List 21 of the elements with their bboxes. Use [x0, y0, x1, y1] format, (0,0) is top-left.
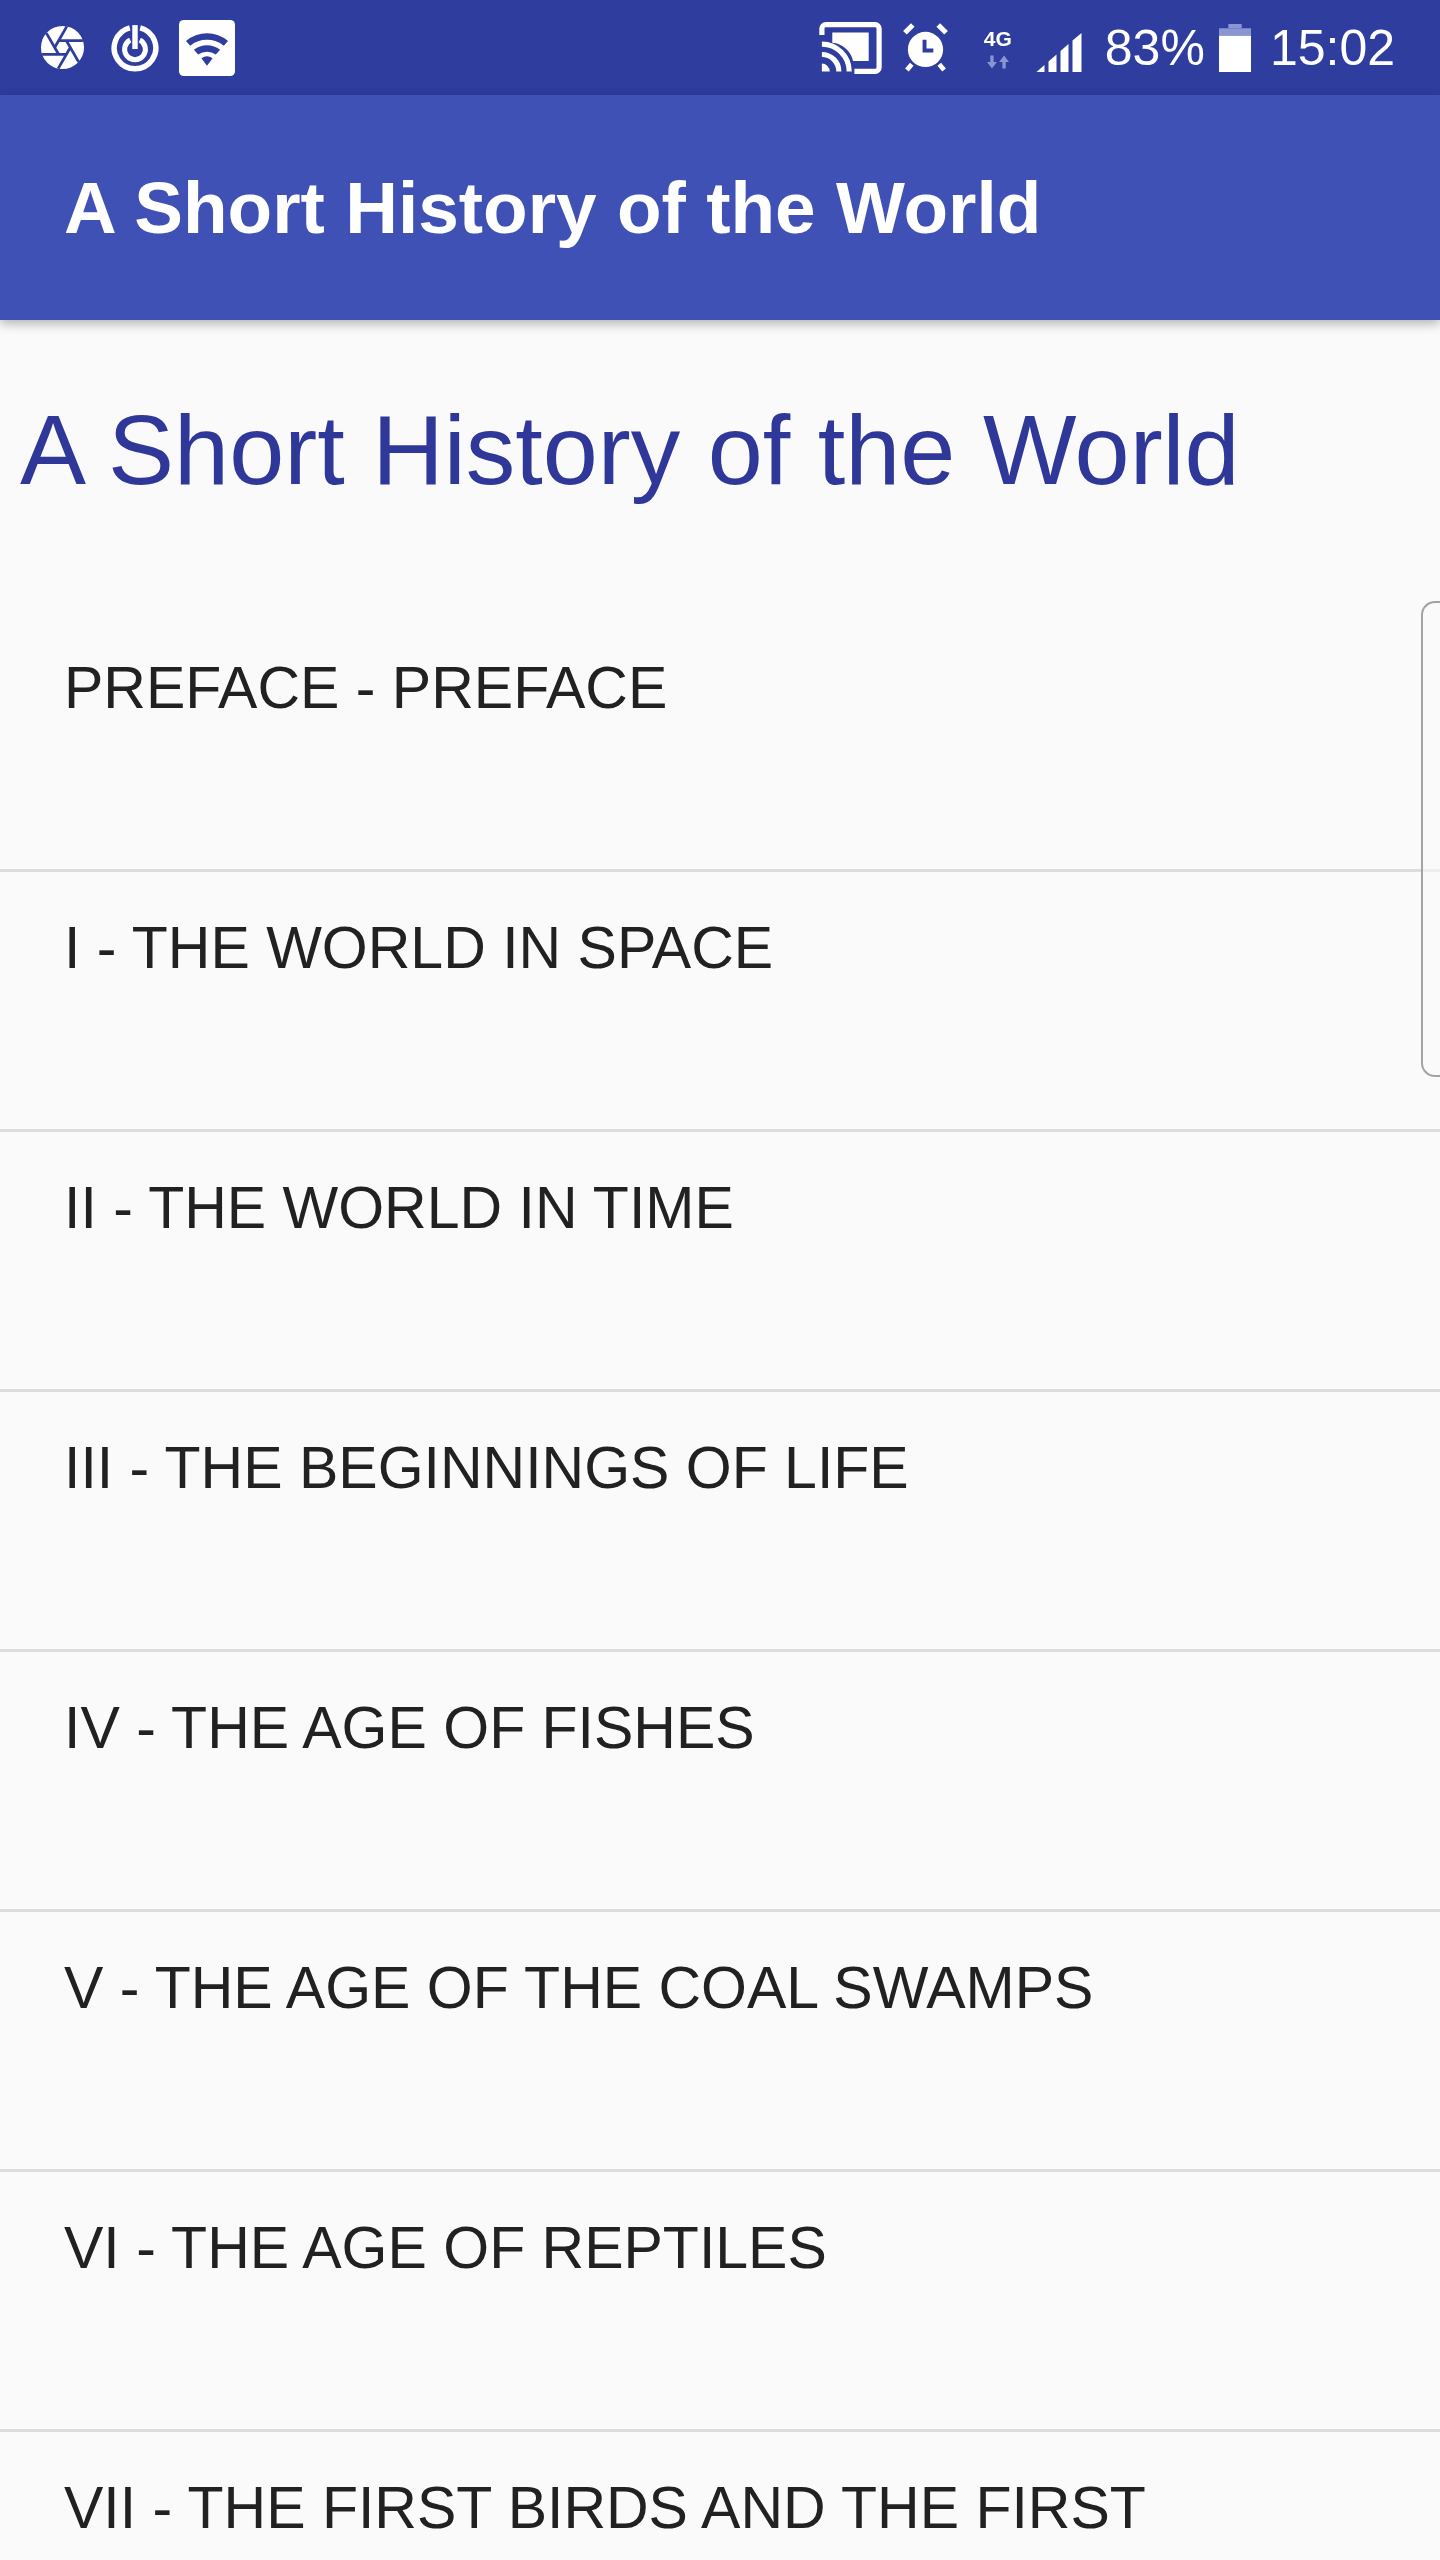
- chapter-list-item[interactable]: VI - THE AGE OF REPTILES: [0, 2172, 1440, 2432]
- clock-time: 15:02: [1269, 18, 1395, 77]
- cast-icon: [818, 21, 882, 74]
- app-bar-title: A Short History of the World: [64, 165, 1042, 250]
- alarm-clock-icon: [901, 22, 949, 73]
- chapter-list-item[interactable]: I - THE WORLD IN SPACE: [0, 872, 1440, 1132]
- aperture-icon: [39, 24, 86, 71]
- chapter-list-item[interactable]: VII - THE FIRST BIRDS AND THE FIRST: [0, 2432, 1440, 2542]
- power-ring-icon: [110, 22, 160, 73]
- edge-panel-handle[interactable]: [1421, 601, 1440, 1077]
- chapter-list-item[interactable]: PREFACE - PREFACE: [0, 612, 1440, 872]
- page-heading: A Short History of the World: [20, 393, 1240, 507]
- battery-icon: [1218, 23, 1251, 72]
- network-type-label: 4G: [983, 26, 1012, 51]
- chapter-list-item[interactable]: II - THE WORLD IN TIME: [0, 1132, 1440, 1392]
- chapter-list-item[interactable]: IV - THE AGE OF FISHES: [0, 1652, 1440, 1912]
- chapter-list-item[interactable]: III - THE BEGINNINGS OF LIFE: [0, 1392, 1440, 1652]
- battery-percentage: 83%: [1104, 18, 1205, 77]
- wifi-icon: [179, 19, 235, 76]
- chapter-list-item[interactable]: V - THE AGE OF THE COAL SWAMPS: [0, 1912, 1440, 2172]
- data-arrows-icon: [986, 54, 1009, 69]
